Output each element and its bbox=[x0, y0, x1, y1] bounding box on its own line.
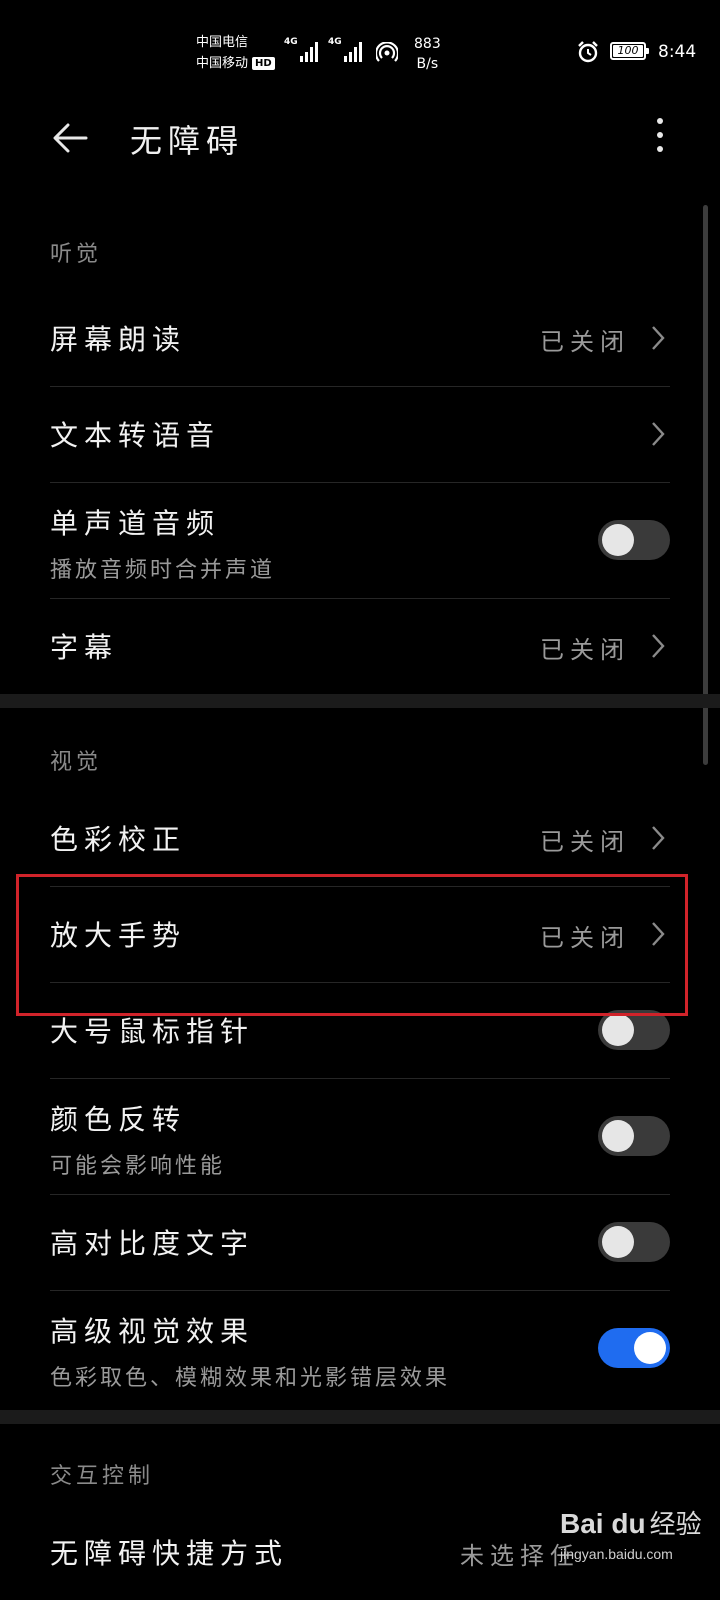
setting-color-inversion[interactable]: 颜色反转 可能会影响性能 bbox=[50, 1078, 670, 1194]
large-pointer-toggle[interactable] bbox=[598, 1010, 670, 1050]
setting-label: 色彩校正 bbox=[50, 823, 187, 856]
setting-description: 可能会影响性能 bbox=[50, 1154, 226, 1179]
chevron-right-icon bbox=[652, 422, 665, 446]
setting-screen-reader[interactable]: 屏幕朗读 已关闭 bbox=[50, 290, 670, 386]
setting-label: 单声道音频 bbox=[50, 507, 221, 540]
mono-audio-toggle[interactable] bbox=[598, 520, 670, 560]
color-inversion-toggle[interactable] bbox=[598, 1116, 670, 1156]
app-bar: 无障碍 bbox=[0, 100, 720, 180]
setting-mono-audio[interactable]: 单声道音频 播放音频时合并声道 bbox=[50, 482, 670, 598]
chevron-right-icon bbox=[652, 326, 665, 350]
setting-label: 高级视觉效果 bbox=[50, 1315, 255, 1348]
setting-value: 已关闭 bbox=[540, 328, 630, 356]
section-title-interaction: 交互控制 bbox=[50, 1464, 155, 1489]
signal-1-icon: 4G bbox=[284, 37, 318, 62]
highlight-box bbox=[16, 874, 688, 1016]
carrier-1: 中国电信 bbox=[196, 35, 249, 50]
chevron-right-icon bbox=[652, 826, 665, 850]
setting-captions[interactable]: 字幕 已关闭 bbox=[50, 598, 670, 694]
advanced-visual-effects-toggle[interactable] bbox=[598, 1328, 670, 1368]
page-title: 无障碍 bbox=[130, 122, 245, 160]
carrier-info: 中国电信 中国移动 HD bbox=[196, 32, 275, 74]
setting-text-to-speech[interactable]: 文本转语音 bbox=[50, 386, 670, 482]
setting-value: 已关闭 bbox=[540, 636, 630, 664]
setting-description: 播放音频时合并声道 bbox=[50, 558, 276, 583]
net-speed: 883 B/s bbox=[414, 34, 441, 74]
setting-advanced-visual-effects[interactable]: 高级视觉效果 色彩取色、模糊效果和光影错层效果 bbox=[50, 1290, 670, 1406]
more-options-icon[interactable] bbox=[648, 118, 672, 160]
watermark-logo: Bai du bbox=[560, 1508, 646, 1539]
setting-high-contrast-text[interactable]: 高对比度文字 bbox=[50, 1194, 670, 1290]
high-contrast-toggle[interactable] bbox=[598, 1222, 670, 1262]
signal-2-label: 4G bbox=[328, 37, 342, 47]
setting-label: 屏幕朗读 bbox=[50, 323, 187, 356]
signal-1-label: 4G bbox=[284, 37, 298, 47]
setting-label: 字幕 bbox=[50, 631, 119, 664]
chevron-right-icon bbox=[652, 634, 665, 658]
net-speed-value: 883 bbox=[414, 36, 441, 52]
watermark: Bai du 经验 jingyan.baidu.com bbox=[560, 1504, 702, 1562]
setting-label: 颜色反转 bbox=[50, 1103, 187, 1136]
status-bar: 中国电信 中国移动 HD 4G 4G 883 B/s 100 8:44 bbox=[0, 0, 720, 100]
back-arrow-icon[interactable] bbox=[50, 118, 90, 158]
setting-label: 大号鼠标指针 bbox=[50, 1015, 255, 1048]
setting-description: 色彩取色、模糊效果和光影错层效果 bbox=[50, 1366, 451, 1391]
setting-label: 文本转语音 bbox=[50, 419, 221, 452]
section-gap bbox=[0, 694, 720, 708]
setting-label: 高对比度文字 bbox=[50, 1227, 255, 1260]
status-time: 8:44 bbox=[658, 42, 697, 62]
signal-2-icon: 4G bbox=[328, 37, 362, 62]
watermark-url: jingyan.baidu.com bbox=[560, 1546, 673, 1562]
battery-level: 100 bbox=[617, 44, 639, 57]
setting-color-correction[interactable]: 色彩校正 已关闭 bbox=[50, 790, 670, 886]
carrier-2: 中国移动 bbox=[196, 56, 249, 71]
hotspot-icon bbox=[376, 42, 398, 62]
hd-badge: HD bbox=[252, 57, 275, 70]
setting-label: 无障碍快捷方式 bbox=[50, 1537, 289, 1570]
section-title-vision: 视觉 bbox=[50, 750, 103, 775]
section-gap bbox=[0, 1410, 720, 1424]
setting-value: 已关闭 bbox=[540, 828, 630, 856]
scrollbar[interactable] bbox=[703, 205, 708, 765]
net-speed-unit: B/s bbox=[416, 56, 439, 72]
alarm-icon bbox=[578, 41, 598, 63]
section-title-hearing: 听觉 bbox=[50, 242, 103, 267]
watermark-text: 经验 bbox=[649, 1510, 702, 1540]
battery-icon: 100 bbox=[610, 42, 649, 60]
